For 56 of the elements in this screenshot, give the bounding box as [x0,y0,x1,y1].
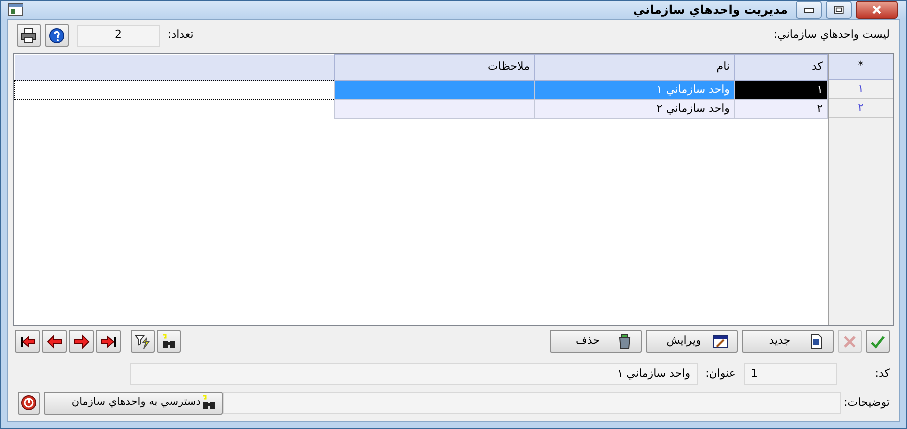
cross-icon [842,334,858,350]
print-button[interactable] [17,24,41,47]
edit-button[interactable]: ويرايش [646,330,738,353]
list-label: ليست واحدهاي سازماني: [774,27,890,44]
right-arrow-icon [74,334,90,350]
title-field[interactable]: واحد سازماني ۱ [130,363,698,385]
table-cell: واحد سازماني ۲ [534,100,734,118]
power-button[interactable] [18,392,40,414]
window-title: مديريت واحدهاي سازماني [633,2,788,19]
power-icon [21,395,37,411]
close-button[interactable] [856,1,898,19]
minimize-button[interactable] [796,1,822,19]
filter-icon [135,334,151,350]
find-button[interactable] [157,330,181,353]
confirm-button[interactable] [866,330,890,353]
table-cell: ۲ [734,100,828,118]
maximize-icon [832,3,846,17]
printer-icon [21,28,37,44]
next-button[interactable] [69,330,94,353]
access-button[interactable]: دسترسي به واحدهاي سازمان [44,392,223,414]
notes-field[interactable] [223,392,841,414]
column-header: * [829,54,893,80]
notes-label: توضيحات: [845,394,890,411]
trash-icon [617,334,633,350]
last-arrow-icon [100,334,116,350]
edit-window-icon [713,334,729,350]
first-arrow-icon [20,334,36,350]
help-button[interactable] [45,24,69,47]
new-button[interactable]: جديد [742,330,834,353]
check-icon [870,334,886,350]
row-number: ۱ [829,80,893,99]
first-button[interactable] [15,330,40,353]
table-row[interactable]: ۲ واحد سازماني ۲ [14,100,828,118]
column-header: ملاحظات [334,54,534,80]
table-row[interactable]: ۱ واحد سازماني ۱ [14,80,828,100]
filter-button[interactable] [131,330,155,353]
count-label: تعداد: [168,27,194,44]
maximize-button[interactable] [826,1,852,19]
last-button[interactable] [96,330,121,353]
column-header: کد [734,54,828,80]
code-field[interactable]: 1 [744,363,837,385]
help-icon [49,28,65,44]
column-header: نام [534,54,734,80]
delete-button[interactable]: حذف [550,330,642,353]
code-label: کد: [874,366,890,382]
new-document-icon [809,334,825,350]
left-arrow-icon [46,334,62,350]
app-icon [8,2,24,18]
previous-button[interactable] [42,330,67,353]
table-cell: واحد سازماني ۱ [534,80,734,100]
close-icon [870,3,884,17]
row-number: ۲ [829,99,893,118]
title-label: عنوان: [706,366,736,382]
table-cell: ۱ [734,80,828,100]
count-field: 2 [77,24,160,46]
minimize-icon [804,8,814,12]
